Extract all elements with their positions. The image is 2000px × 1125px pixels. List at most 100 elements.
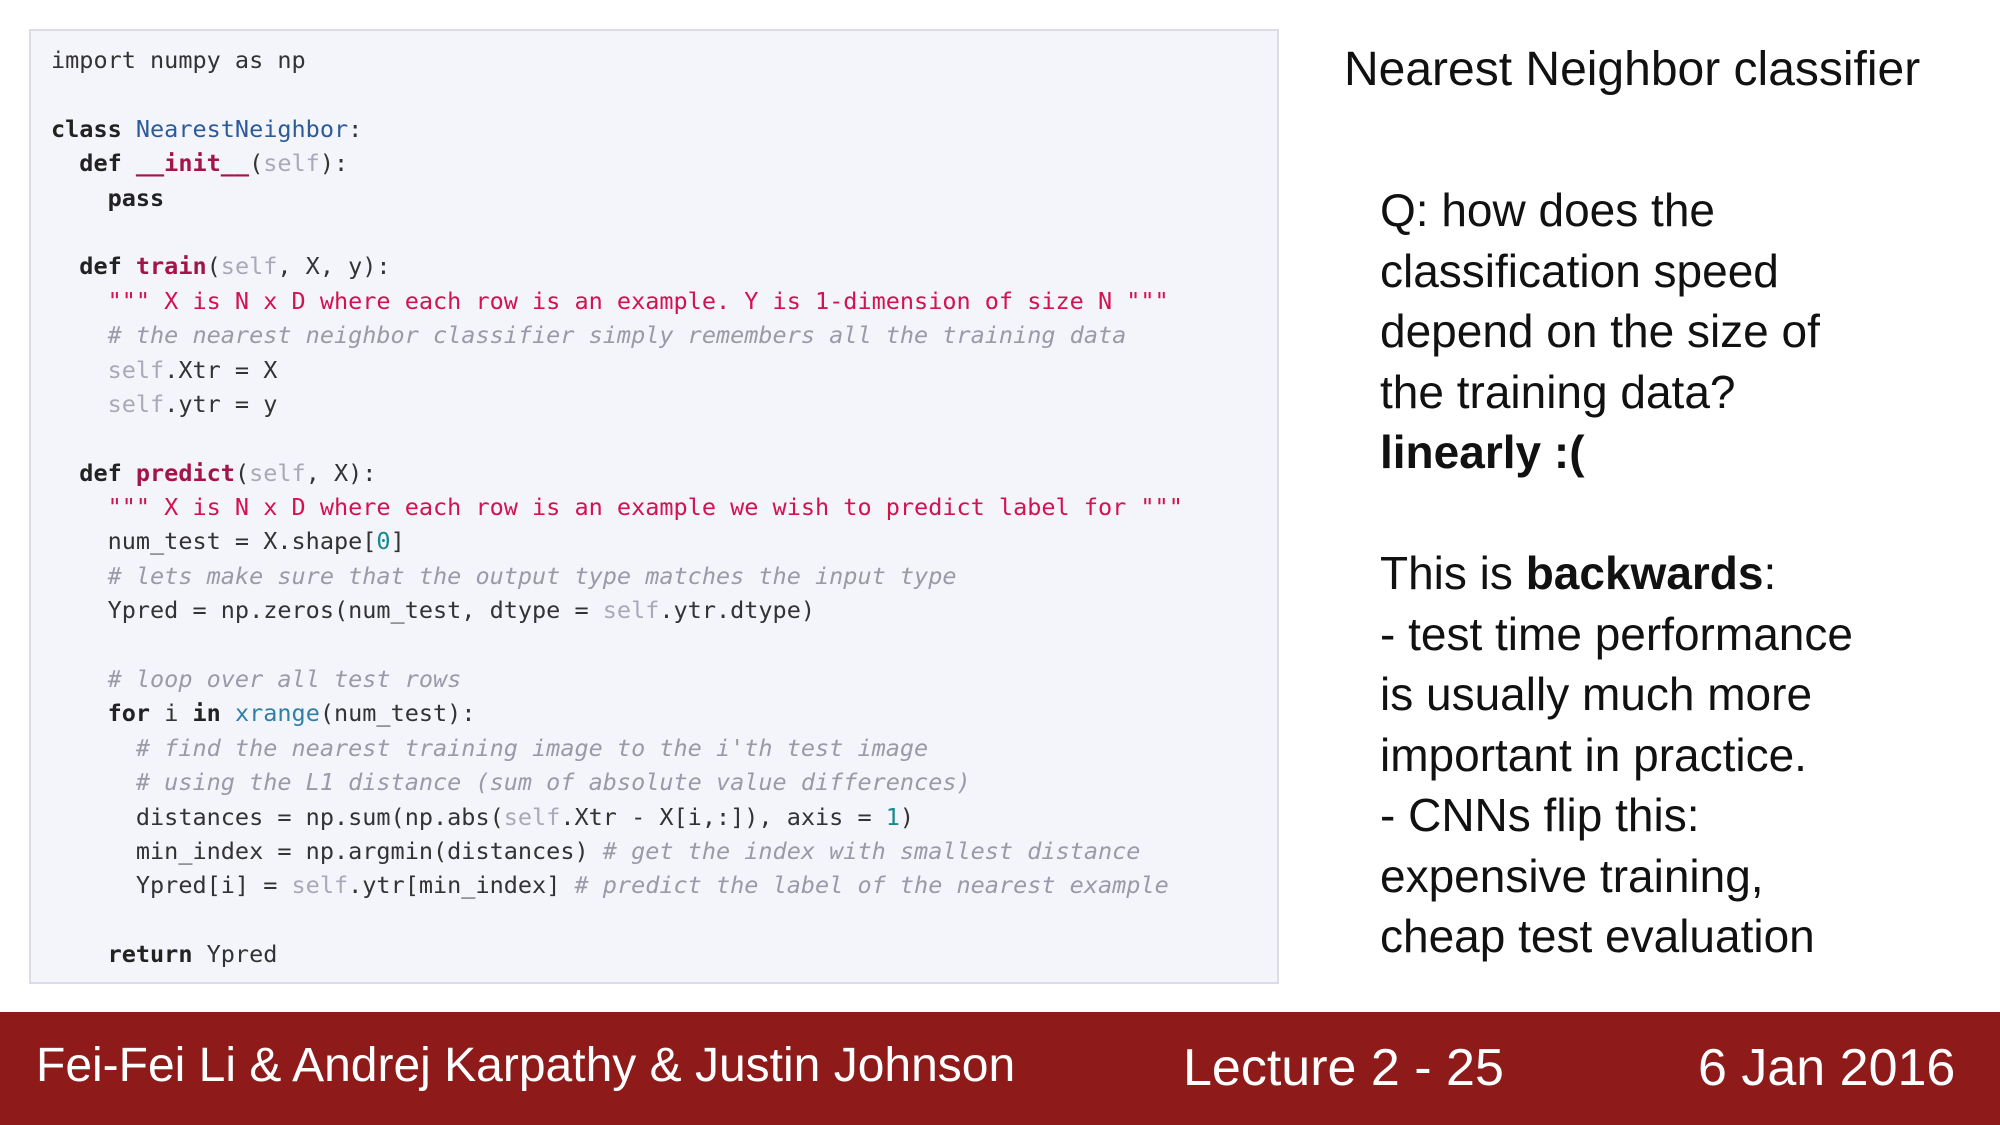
code-line-assign-xtr: self.Xtr = X	[51, 353, 1183, 387]
point-line: cheap test evaluation	[1380, 910, 1815, 962]
comment: # lets make sure that the output type ma…	[51, 561, 957, 590]
code-line-train-comment: # the nearest neighbor classifier simply…	[51, 318, 1183, 352]
builtin-name: xrange	[234, 699, 320, 728]
code-line-for-loop: for i in xrange(num_test):	[51, 696, 1183, 730]
slide-notes: Q: how does the classification speed dep…	[1380, 180, 1853, 967]
function-name: train	[135, 252, 207, 281]
comment: # the nearest neighbor classifier simply…	[51, 321, 1127, 350]
question-line: depend on the size of	[1380, 305, 1820, 357]
code-block: import numpy as np class NearestNeighbor…	[29, 29, 1279, 984]
question-line: the training data?	[1380, 365, 1736, 418]
self-keyword: self	[51, 389, 165, 418]
statement: .ytr = y	[164, 389, 278, 418]
keyword: def	[51, 149, 136, 178]
pass-keyword: pass	[51, 183, 165, 212]
code-line-assign-ytr: self.ytr = y	[51, 387, 1183, 421]
parameters: , X):	[305, 458, 377, 487]
code-line-find-comment: # find the nearest training image to the…	[51, 731, 1183, 765]
code-line-init-def: def __init__(self):	[51, 146, 1183, 180]
question-line: Q: how does the	[1380, 184, 1715, 236]
class-name: NearestNeighbor	[135, 114, 349, 143]
punctuation: )	[899, 802, 915, 831]
self-keyword: self	[249, 458, 306, 487]
backwards-line: This is backwards:	[1380, 543, 1853, 604]
keyword: class	[51, 114, 136, 143]
function-name: __init__	[135, 149, 250, 178]
comment: # predict the label of the nearest examp…	[574, 871, 1169, 900]
point-line: expensive training,	[1380, 849, 1764, 902]
code-line-import: import numpy as np	[51, 43, 1183, 77]
punctuation: :	[348, 114, 363, 143]
comment: # get the index with smallest distance	[602, 836, 1141, 865]
statement: distances = np.sum(np.abs(	[51, 802, 504, 831]
statement: Ypred = np.zeros(num_test, dtype =	[51, 596, 603, 625]
code-line-class: class NearestNeighbor:	[51, 112, 1183, 146]
footer-lecture-number: Lecture 2 - 25	[1183, 1039, 1504, 1097]
statement: i	[150, 699, 193, 728]
code-line-num-test: num_test = X.shape[0]	[51, 524, 1183, 558]
code-line-return: return Ypred	[51, 937, 1183, 971]
self-keyword: self	[503, 802, 561, 831]
code-listing: import numpy as np class NearestNeighbor…	[51, 43, 1183, 972]
code-line-predict-def: def predict(self, X):	[51, 456, 1183, 490]
keyword: def	[51, 458, 136, 487]
keyword: return	[51, 940, 193, 969]
number: 1	[885, 802, 900, 831]
code-line-min-index: min_index = np.argmin(distances) # get t…	[51, 834, 1183, 868]
punctuation: (	[206, 252, 221, 281]
code-line-l1-comment: # using the L1 distance (sum of absolute…	[51, 765, 1183, 799]
import-statement: import numpy as np	[51, 46, 306, 74]
statement: num_test = X.shape[	[51, 527, 377, 556]
code-line-train-docstring: """ X is N x D where each row is an exam…	[51, 284, 1183, 318]
parameters: , X, y):	[277, 252, 391, 281]
statement: .ytr[min_index]	[348, 871, 575, 900]
keyword: in	[192, 699, 221, 728]
footer-bar: Fei-Fei Li & Andrej Karpathy & Justin Jo…	[0, 1012, 2000, 1125]
comment: # find the nearest training image to the…	[51, 733, 929, 762]
punctuation: (	[234, 458, 250, 487]
keyword: for	[51, 699, 151, 728]
point-line: is usually much more	[1380, 668, 1813, 720]
self-keyword: self	[51, 355, 165, 384]
code-line-ypred-assign: Ypred[i] = self.ytr[min_index] # predict…	[51, 868, 1183, 902]
code-line-loop-comment: # loop over all test rows	[51, 662, 1183, 696]
punctuation: (	[249, 149, 264, 178]
statement: (num_test):	[319, 699, 476, 728]
docstring: """ X is N x D where each row is an exam…	[51, 286, 1169, 315]
comment: # loop over all test rows	[51, 665, 462, 694]
point-line: - test time performance	[1380, 607, 1853, 660]
backwards-prefix: This is	[1380, 547, 1526, 599]
point-line: important in practice.	[1380, 728, 1807, 781]
self-keyword: self	[291, 871, 349, 900]
function-name: predict	[135, 458, 235, 487]
docstring: """ X is N x D where each row is an exam…	[51, 493, 1183, 522]
keyword: def	[51, 252, 136, 281]
statement: .Xtr - X[i,:]), axis =	[560, 802, 886, 831]
statement: Ypred[i] =	[51, 871, 292, 900]
punctuation: ):	[319, 149, 349, 178]
comment: # using the L1 distance (sum of absolute…	[51, 768, 971, 797]
code-line-distances: distances = np.sum(np.abs(self.Xtr - X[i…	[51, 800, 1183, 834]
code-line-train-def: def train(self, X, y):	[51, 249, 1183, 283]
footer-date: 6 Jan 2016	[1698, 1039, 1956, 1097]
punctuation: ]	[390, 527, 405, 556]
statement: .ytr.dtype)	[659, 596, 816, 625]
question-line: classification speed	[1380, 244, 1779, 297]
self-keyword: self	[602, 596, 660, 625]
point-line: - CNNs flip this:	[1380, 789, 1700, 841]
answer-line: linearly :(	[1380, 426, 1585, 478]
backwards-emphasis: backwards	[1525, 547, 1764, 599]
backwards-colon: :	[1763, 547, 1777, 599]
self-keyword: self	[220, 252, 278, 281]
statement: min_index = np.argmin(distances)	[51, 836, 603, 865]
number: 0	[376, 527, 391, 556]
slide-title: Nearest Neighbor classifier	[1344, 43, 1921, 96]
code-line-ypred-init: Ypred = np.zeros(num_test, dtype = self.…	[51, 593, 1183, 627]
